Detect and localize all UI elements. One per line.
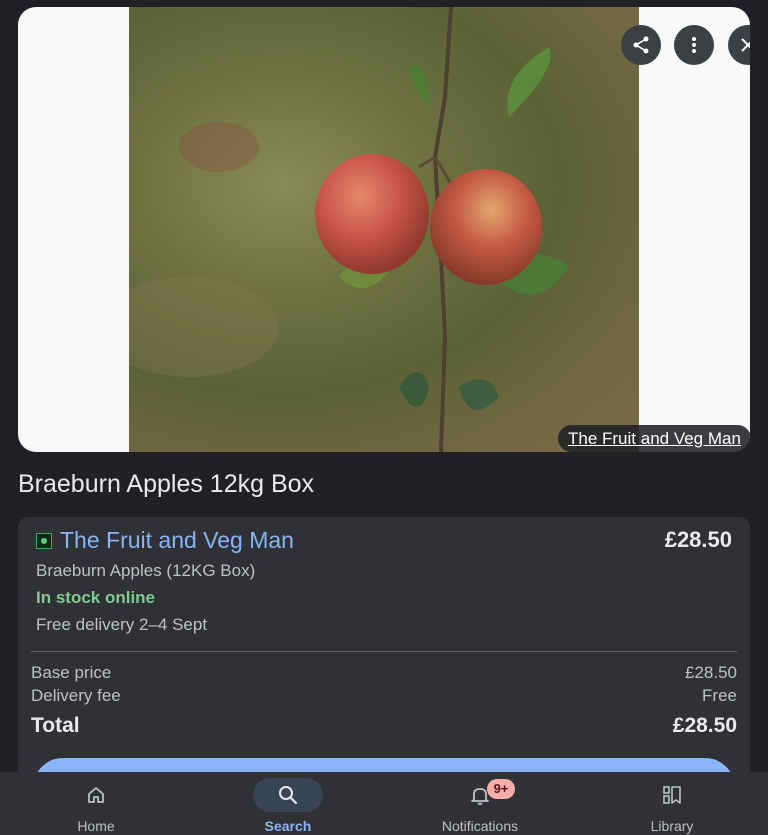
total-label: Total [31, 714, 80, 737]
total-value: £28.50 [672, 714, 737, 737]
base-price-row: Base price £28.50 [31, 663, 737, 683]
library-icon [663, 786, 681, 804]
product-title: Braeburn Apples 12kg Box [18, 470, 315, 498]
nav-label-search: Search [264, 818, 312, 834]
nav-label-notifications: Notifications [441, 818, 519, 834]
nav-label-library: Library [650, 818, 694, 834]
bottom-navigation: Home Search 9+ Notifications Library [0, 772, 768, 835]
nav-item-search[interactable]: Search [192, 772, 384, 835]
nav-item-home[interactable]: Home [0, 772, 192, 835]
store-name-link[interactable]: The Fruit and Veg Man [60, 527, 294, 554]
more-options-button[interactable] [674, 25, 714, 65]
base-price-value: £28.50 [685, 663, 737, 682]
total-row: Total £28.50 [31, 714, 737, 738]
product-image-viewer: The Fruit and Veg Man [18, 7, 750, 452]
nav-item-notifications[interactable]: 9+ Notifications [384, 772, 576, 835]
share-icon [633, 36, 649, 54]
search-icon [279, 786, 298, 805]
close-button[interactable] [728, 25, 750, 65]
store-row[interactable]: The Fruit and Veg Man [36, 527, 294, 554]
more-vert-icon [692, 37, 696, 53]
notification-badge: 9+ [487, 779, 515, 799]
close-icon [741, 38, 750, 52]
delivery-info: Free delivery 2–4 Sept [36, 615, 208, 634]
store-logo-icon [36, 532, 52, 549]
nav-item-library[interactable]: Library [576, 772, 768, 835]
delivery-fee-value: Free [702, 686, 737, 705]
stock-status: In stock online [36, 588, 156, 607]
share-button[interactable] [621, 25, 661, 65]
product-variant: Braeburn Apples (12KG Box) [36, 561, 256, 580]
apple-branch-illustration [129, 7, 569, 452]
divider [31, 651, 737, 652]
delivery-fee-row: Delivery fee Free [31, 686, 737, 706]
delivery-fee-label: Delivery fee [31, 686, 121, 705]
offer-price: £28.50 [664, 527, 732, 552]
product-photo [129, 7, 639, 452]
image-source-link[interactable]: The Fruit and Veg Man [558, 425, 750, 452]
home-icon [88, 787, 104, 803]
nav-label-home: Home [77, 818, 115, 834]
base-price-label: Base price [31, 663, 112, 682]
